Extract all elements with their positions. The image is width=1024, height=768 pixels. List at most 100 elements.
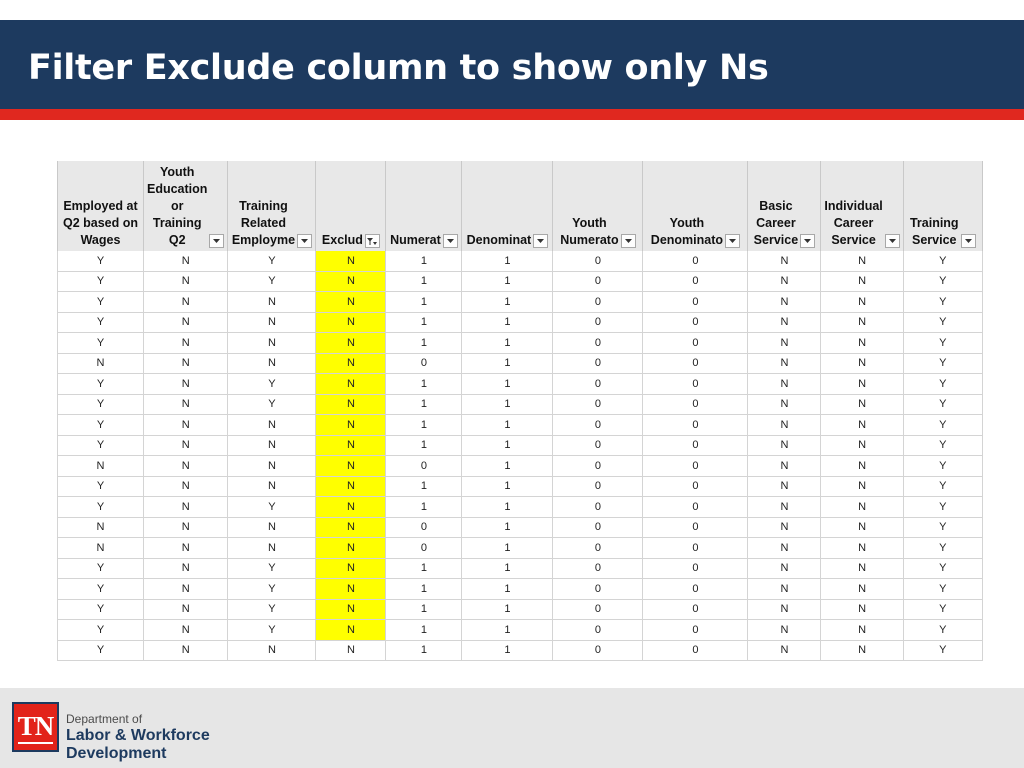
table-cell[interactable]: 1: [385, 414, 463, 436]
table-cell[interactable]: 1: [461, 414, 554, 436]
table-cell[interactable]: N: [820, 599, 904, 620]
table-cell[interactable]: N: [747, 619, 822, 641]
table-cell[interactable]: 1: [385, 291, 463, 313]
table-cell[interactable]: 0: [642, 476, 749, 497]
table-cell[interactable]: 0: [642, 312, 749, 333]
table-cell[interactable]: 0: [552, 312, 644, 333]
table-cell[interactable]: N: [747, 517, 822, 538]
table-cell[interactable]: 1: [461, 394, 554, 415]
table-cell[interactable]: N: [747, 599, 822, 620]
filter-dropdown-icon[interactable]: [297, 234, 313, 248]
table-cell[interactable]: 1: [385, 496, 463, 518]
table-cell[interactable]: N: [142, 394, 229, 415]
table-cell[interactable]: Y: [902, 435, 983, 456]
table-cell[interactable]: 0: [642, 435, 749, 456]
table-cell[interactable]: 0: [642, 640, 749, 661]
table-cell[interactable]: N: [142, 414, 229, 436]
table-cell[interactable]: 0: [552, 291, 644, 313]
table-cell[interactable]: N: [747, 291, 822, 313]
table-cell[interactable]: Y: [57, 599, 144, 620]
table-cell[interactable]: 0: [552, 476, 644, 497]
table-cell[interactable]: 1: [461, 251, 554, 272]
table-cell[interactable]: N: [142, 578, 229, 600]
table-cell[interactable]: N: [315, 312, 387, 333]
table-cell[interactable]: N: [820, 640, 904, 661]
table-cell[interactable]: Y: [902, 353, 983, 374]
table-cell[interactable]: 1: [461, 619, 554, 641]
table-cell[interactable]: 1: [385, 619, 463, 641]
table-cell[interactable]: N: [142, 599, 229, 620]
table-cell[interactable]: 0: [552, 332, 644, 354]
table-cell[interactable]: Y: [902, 394, 983, 415]
table-cell[interactable]: 0: [642, 619, 749, 641]
filter-active-icon[interactable]: [364, 234, 380, 248]
table-cell[interactable]: N: [820, 271, 904, 292]
table-cell[interactable]: 1: [385, 435, 463, 456]
table-cell[interactable]: N: [747, 271, 822, 292]
table-cell[interactable]: 0: [642, 599, 749, 620]
table-cell[interactable]: N: [315, 517, 387, 538]
table-cell[interactable]: Y: [227, 496, 317, 518]
table-cell[interactable]: Y: [902, 291, 983, 313]
table-cell[interactable]: Y: [227, 394, 317, 415]
table-cell[interactable]: Y: [57, 414, 144, 436]
table-cell[interactable]: N: [820, 476, 904, 497]
table-cell[interactable]: 1: [461, 537, 554, 559]
table-cell[interactable]: N: [315, 455, 387, 477]
table-cell[interactable]: 1: [385, 599, 463, 620]
table-cell[interactable]: Y: [902, 312, 983, 333]
table-cell[interactable]: Y: [902, 476, 983, 497]
filter-dropdown-icon[interactable]: [884, 234, 900, 248]
table-cell[interactable]: N: [142, 271, 229, 292]
table-cell[interactable]: 1: [385, 312, 463, 333]
table-cell[interactable]: 0: [552, 558, 644, 579]
table-cell[interactable]: 1: [461, 640, 554, 661]
table-cell[interactable]: N: [227, 476, 317, 497]
table-cell[interactable]: 0: [552, 414, 644, 436]
table-cell[interactable]: Y: [57, 251, 144, 272]
table-cell[interactable]: N: [820, 537, 904, 559]
table-cell[interactable]: N: [747, 373, 822, 395]
table-cell[interactable]: N: [820, 496, 904, 518]
filter-dropdown-icon[interactable]: [800, 234, 816, 248]
table-cell[interactable]: N: [820, 414, 904, 436]
table-cell[interactable]: 0: [552, 373, 644, 395]
table-cell[interactable]: Y: [227, 599, 317, 620]
table-cell[interactable]: N: [315, 537, 387, 559]
table-cell[interactable]: 0: [552, 455, 644, 477]
table-cell[interactable]: N: [315, 599, 387, 620]
table-cell[interactable]: 0: [642, 496, 749, 518]
table-cell[interactable]: 0: [642, 578, 749, 600]
table-cell[interactable]: 1: [461, 373, 554, 395]
table-cell[interactable]: N: [820, 394, 904, 415]
table-cell[interactable]: Y: [227, 251, 317, 272]
table-cell[interactable]: 1: [461, 476, 554, 497]
table-cell[interactable]: Y: [902, 619, 983, 641]
table-cell[interactable]: 1: [385, 373, 463, 395]
table-cell[interactable]: Y: [57, 332, 144, 354]
table-cell[interactable]: Y: [227, 619, 317, 641]
table-cell[interactable]: 1: [461, 578, 554, 600]
table-cell[interactable]: N: [315, 640, 387, 661]
table-cell[interactable]: 0: [552, 537, 644, 559]
table-cell[interactable]: N: [315, 619, 387, 641]
table-cell[interactable]: 1: [461, 271, 554, 292]
table-cell[interactable]: Y: [227, 558, 317, 579]
table-cell[interactable]: 1: [385, 332, 463, 354]
table-cell[interactable]: 1: [385, 271, 463, 292]
table-cell[interactable]: 1: [461, 558, 554, 579]
table-cell[interactable]: 0: [642, 251, 749, 272]
table-cell[interactable]: 1: [385, 640, 463, 661]
table-cell[interactable]: N: [142, 496, 229, 518]
table-cell[interactable]: Y: [902, 599, 983, 620]
table-cell[interactable]: N: [820, 619, 904, 641]
table-cell[interactable]: 0: [642, 517, 749, 538]
table-cell[interactable]: N: [820, 353, 904, 374]
table-cell[interactable]: 0: [642, 291, 749, 313]
table-cell[interactable]: 0: [642, 558, 749, 579]
table-cell[interactable]: 1: [385, 578, 463, 600]
table-cell[interactable]: 0: [642, 271, 749, 292]
table-cell[interactable]: N: [57, 517, 144, 538]
table-cell[interactable]: Y: [57, 312, 144, 333]
table-cell[interactable]: N: [747, 312, 822, 333]
